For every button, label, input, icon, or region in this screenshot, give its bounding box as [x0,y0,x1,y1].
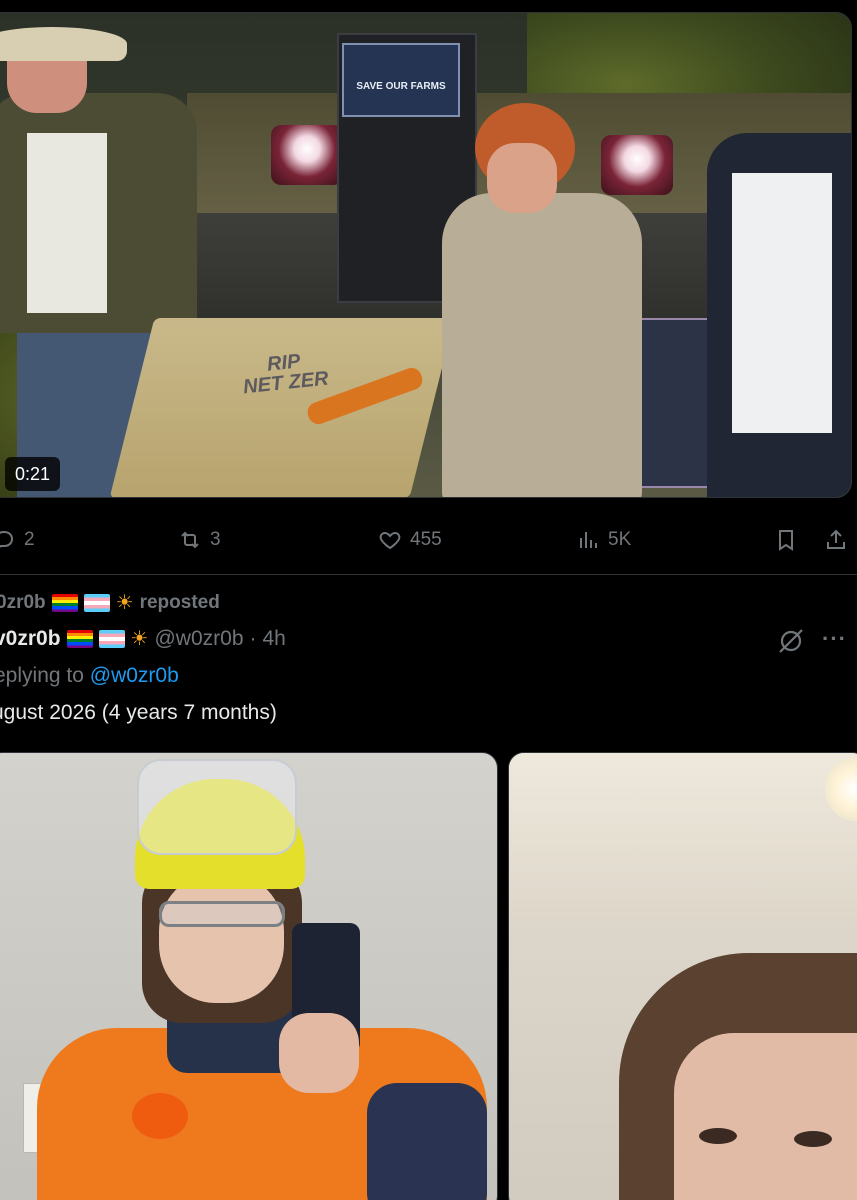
video-person-hat [0,27,127,61]
face [674,1033,857,1200]
video-person [27,133,107,313]
hand [279,1013,359,1093]
face [159,873,284,1003]
eye [794,1131,832,1147]
redaction-mark [132,1093,188,1139]
separator-dot: · [249,626,257,650]
tweet-divider [0,574,857,575]
face-shield [137,759,297,855]
safety-glasses [159,901,285,927]
tweet-author-line: v0zr0b ☀ @w0zr0b · 4h [0,626,286,651]
rainbow-flag-icon [51,593,78,612]
like-button[interactable]: 455 [378,520,442,560]
sun-icon: ☀ [115,592,134,614]
repost-header: 0zr0b ☀ reposted [0,590,220,615]
repost-icon [181,531,199,549]
video-coffin-text: RIP NET ZER [242,350,330,399]
reply-button[interactable]: 2 [0,520,35,560]
video-duration-badge: 0:21 [5,457,61,491]
share-icon [827,529,845,549]
bookmark-button[interactable] [774,520,798,560]
video-person [732,173,832,433]
reposted-label: reposted [139,591,220,613]
video-coffin [109,318,455,497]
like-count: 455 [410,529,442,550]
trans-flag-icon [98,629,125,648]
author-handle[interactable]: @w0zr0b [154,627,243,651]
tweet-photo[interactable] [0,752,498,1200]
views-button[interactable]: 5K [576,520,631,560]
video-lamp [601,135,673,195]
analytics-icon [580,532,597,548]
replying-to-handle[interactable]: @w0zr0b [90,664,179,687]
video-person [487,143,557,213]
replying-to-label: eplying to [0,664,84,687]
reposter-name[interactable]: 0zr0b [0,592,46,614]
video-podium-sign: SAVE OUR FARMS [342,43,460,117]
tweet-timestamp[interactable]: 4h [263,627,286,651]
tweet-text: ugust 2026 (4 years 7 months) [0,701,277,724]
reply-icon [0,530,14,548]
views-count: 5K [608,529,632,550]
repost-count: 3 [210,529,221,550]
share-button[interactable] [824,520,848,560]
more-options-icon[interactable]: ··· [822,626,852,656]
heart-icon [379,531,401,550]
tweet-action-bar: 2 3 455 5K [0,520,857,560]
grok-icon[interactable] [776,626,806,656]
video-person [7,53,87,113]
video-player[interactable]: SAVE OUR FARMS RIP NET ZER 0:21 [0,12,852,498]
tweet-photo[interactable] [508,752,857,1200]
replying-to-line: eplying to @w0zr0b [0,664,179,688]
ceiling [509,753,857,923]
sleeve [367,1083,487,1200]
trans-flag-icon [83,593,110,612]
eye [699,1128,737,1144]
video-person [442,193,642,497]
reply-count: 2 [24,529,35,550]
repost-button[interactable]: 3 [178,520,221,560]
rainbow-flag-icon [66,629,93,648]
bookmark-icon [779,530,793,551]
author-name[interactable]: v0zr0b [0,627,61,651]
sun-icon: ☀ [130,628,149,650]
video-lamp [271,125,343,185]
